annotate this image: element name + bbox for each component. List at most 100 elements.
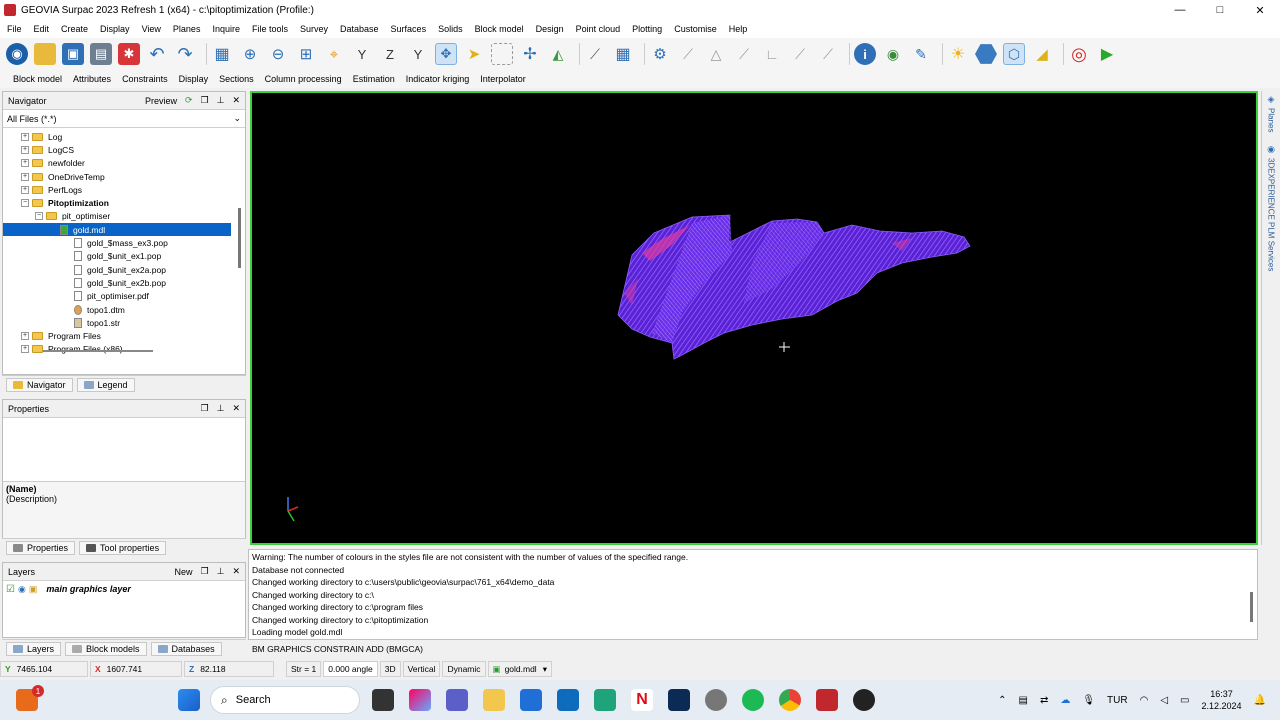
task-view-icon[interactable] xyxy=(372,689,394,711)
settings-gear-icon[interactable]: ⚙ xyxy=(649,43,671,65)
graphics-viewport[interactable] xyxy=(250,91,1258,545)
plane-xy-icon[interactable]: Y xyxy=(351,43,373,65)
distance-icon[interactable]: ⟋ xyxy=(817,43,839,65)
close-panel-icon[interactable]: ✕ xyxy=(232,566,240,577)
line-tool-icon[interactable]: ⟋ xyxy=(584,43,606,65)
active-model-select[interactable]: ▣ gold.mdl ▾ xyxy=(487,661,552,677)
tree-item[interactable]: + OneDriveTemp xyxy=(3,170,245,183)
pin-icon[interactable]: ⊥ xyxy=(217,95,225,106)
preview-label[interactable]: Preview xyxy=(145,96,177,106)
menu-design[interactable]: Design xyxy=(536,24,564,34)
bm-interpolator[interactable]: Interpolator xyxy=(480,74,526,84)
collapse-icon[interactable]: − xyxy=(35,212,43,221)
tree-item[interactable]: + Program Files xyxy=(3,329,245,342)
layer-row[interactable]: ☑ ◉ ▣ main graphics layer xyxy=(3,581,245,597)
run-macro-icon[interactable]: ▶ xyxy=(1096,43,1118,65)
tree-item[interactable]: pit_optimiser.pdf xyxy=(3,290,245,303)
tab-properties[interactable]: Properties xyxy=(6,540,76,555)
bm-constraints[interactable]: Constraints xyxy=(122,74,168,84)
chrome-icon[interactable] xyxy=(779,689,801,711)
tab-block-models[interactable]: Block models xyxy=(65,641,147,656)
tree-item[interactable]: + PerfLogs xyxy=(3,183,245,196)
info-icon[interactable]: i xyxy=(854,43,876,65)
bm-column-processing[interactable]: Column processing xyxy=(265,74,342,84)
visible-checkbox-icon[interactable]: ☑ xyxy=(6,584,15,595)
styles-icon[interactable]: ✱ xyxy=(118,43,140,65)
collapse-icon[interactable]: − xyxy=(21,199,29,208)
mode-3d[interactable]: 3D xyxy=(379,661,401,677)
point-edit-icon[interactable]: ⟋ xyxy=(677,43,699,65)
visibility-eye-icon[interactable]: ◉ xyxy=(882,43,904,65)
expand-icon[interactable]: + xyxy=(21,185,29,194)
lock-icon[interactable]: ▣ xyxy=(29,584,38,595)
plane-zy-icon[interactable]: Y xyxy=(407,43,429,65)
tree-scrollbar[interactable] xyxy=(238,208,241,268)
eye-icon[interactable]: ◉ xyxy=(18,584,26,595)
copilot-icon[interactable] xyxy=(409,689,431,711)
minimize-button[interactable]: — xyxy=(1160,0,1200,20)
float-icon[interactable]: ❐ xyxy=(201,95,209,106)
select-box-icon[interactable] xyxy=(491,43,513,65)
teams-icon[interactable] xyxy=(446,689,468,711)
bm-indicator-kriging[interactable]: Indicator kriging xyxy=(406,74,470,84)
wireframe-icon[interactable]: ⬡ xyxy=(1003,43,1025,65)
float-icon[interactable]: ❐ xyxy=(201,403,209,414)
tree-item[interactable]: gold_$unit_ex2b.pop xyxy=(3,276,245,289)
menu-file[interactable]: File xyxy=(7,24,22,34)
zoom-in-icon[interactable]: ⊕ xyxy=(239,43,261,65)
pin-icon[interactable]: ⊥ xyxy=(217,403,225,414)
section-icon[interactable]: ◭ xyxy=(547,43,569,65)
input-language[interactable]: TUR xyxy=(1107,695,1128,706)
menu-inquire[interactable]: Inquire xyxy=(212,24,240,34)
battery-icon[interactable]: ▭ xyxy=(1180,695,1189,706)
file-explorer-icon[interactable] xyxy=(483,689,505,711)
menu-display[interactable]: Display xyxy=(100,24,130,34)
console-scrollbar[interactable] xyxy=(1250,592,1253,622)
close-button[interactable]: ✕ xyxy=(1240,0,1280,20)
expand-icon[interactable]: + xyxy=(21,172,29,181)
expand-icon[interactable]: + xyxy=(21,132,29,141)
bearing-icon[interactable]: ⟋ xyxy=(789,43,811,65)
maximize-button[interactable]: □ xyxy=(1200,0,1240,20)
tree-item[interactable]: + newfolder xyxy=(3,157,245,170)
bm-display[interactable]: Display xyxy=(179,74,209,84)
menu-planes[interactable]: Planes xyxy=(173,24,201,34)
bm-sections[interactable]: Sections xyxy=(219,74,254,84)
light-sun-icon[interactable]: ☀ xyxy=(947,43,969,65)
tab-navigator[interactable]: Navigator xyxy=(6,377,73,392)
grid-icon[interactable]: ▦ xyxy=(211,43,233,65)
angle-field[interactable]: 0.000 angle xyxy=(323,661,378,677)
bm-block-model[interactable]: Block model xyxy=(13,74,62,84)
pan-icon[interactable]: ✢ xyxy=(519,43,541,65)
meet-icon[interactable]: ▤ xyxy=(1019,695,1028,706)
microphone-icon[interactable]: 🎙 xyxy=(1082,695,1095,706)
plane-xz-icon[interactable]: Z xyxy=(379,43,401,65)
dynamic-mode[interactable]: Dynamic xyxy=(442,661,486,677)
tree-item[interactable]: − pit_optimiser xyxy=(3,210,245,223)
tab-databases[interactable]: Databases xyxy=(150,641,222,656)
edge-icon[interactable] xyxy=(594,689,616,711)
draw-pen-icon[interactable]: ✎ xyxy=(910,43,932,65)
expand-icon[interactable]: + xyxy=(21,145,29,154)
widgets-icon[interactable]: 1 xyxy=(16,685,44,711)
surpac-taskbar-icon[interactable] xyxy=(816,689,838,711)
plm-services-side-tab[interactable]: ◉ 3DEXPERIENCE PLM Services xyxy=(1262,132,1280,271)
refresh-icon[interactable]: ⟳ xyxy=(185,95,193,106)
menu-edit[interactable]: Edit xyxy=(34,24,50,34)
store-icon[interactable] xyxy=(520,689,542,711)
tree-item[interactable]: gold_$unit_ex2a.pop xyxy=(3,263,245,276)
stop-record-icon[interactable]: ◎ xyxy=(1068,43,1090,65)
tree-item[interactable]: − Pitoptimization xyxy=(3,196,245,209)
tab-tool-properties[interactable]: Tool properties xyxy=(79,540,167,555)
tree-item[interactable]: + LogCS xyxy=(3,143,245,156)
wifi-icon[interactable]: ◠ xyxy=(1140,695,1149,706)
menu-plotting[interactable]: Plotting xyxy=(632,24,662,34)
command-line[interactable]: BM GRAPHICS CONSTRAIN ADD (BMGCA) xyxy=(248,642,1258,657)
print-icon[interactable]: ▤ xyxy=(90,43,112,65)
tree-horizontal-scrollbar[interactable] xyxy=(43,350,153,352)
tree-item[interactable]: gold_$mass_ex3.pop xyxy=(3,236,245,249)
menu-point-cloud[interactable]: Point cloud xyxy=(576,24,621,34)
disney-plus-icon[interactable] xyxy=(668,689,690,711)
tree-item[interactable]: gold_$unit_ex1.pop xyxy=(3,250,245,263)
save-icon[interactable]: ▣ xyxy=(62,43,84,65)
